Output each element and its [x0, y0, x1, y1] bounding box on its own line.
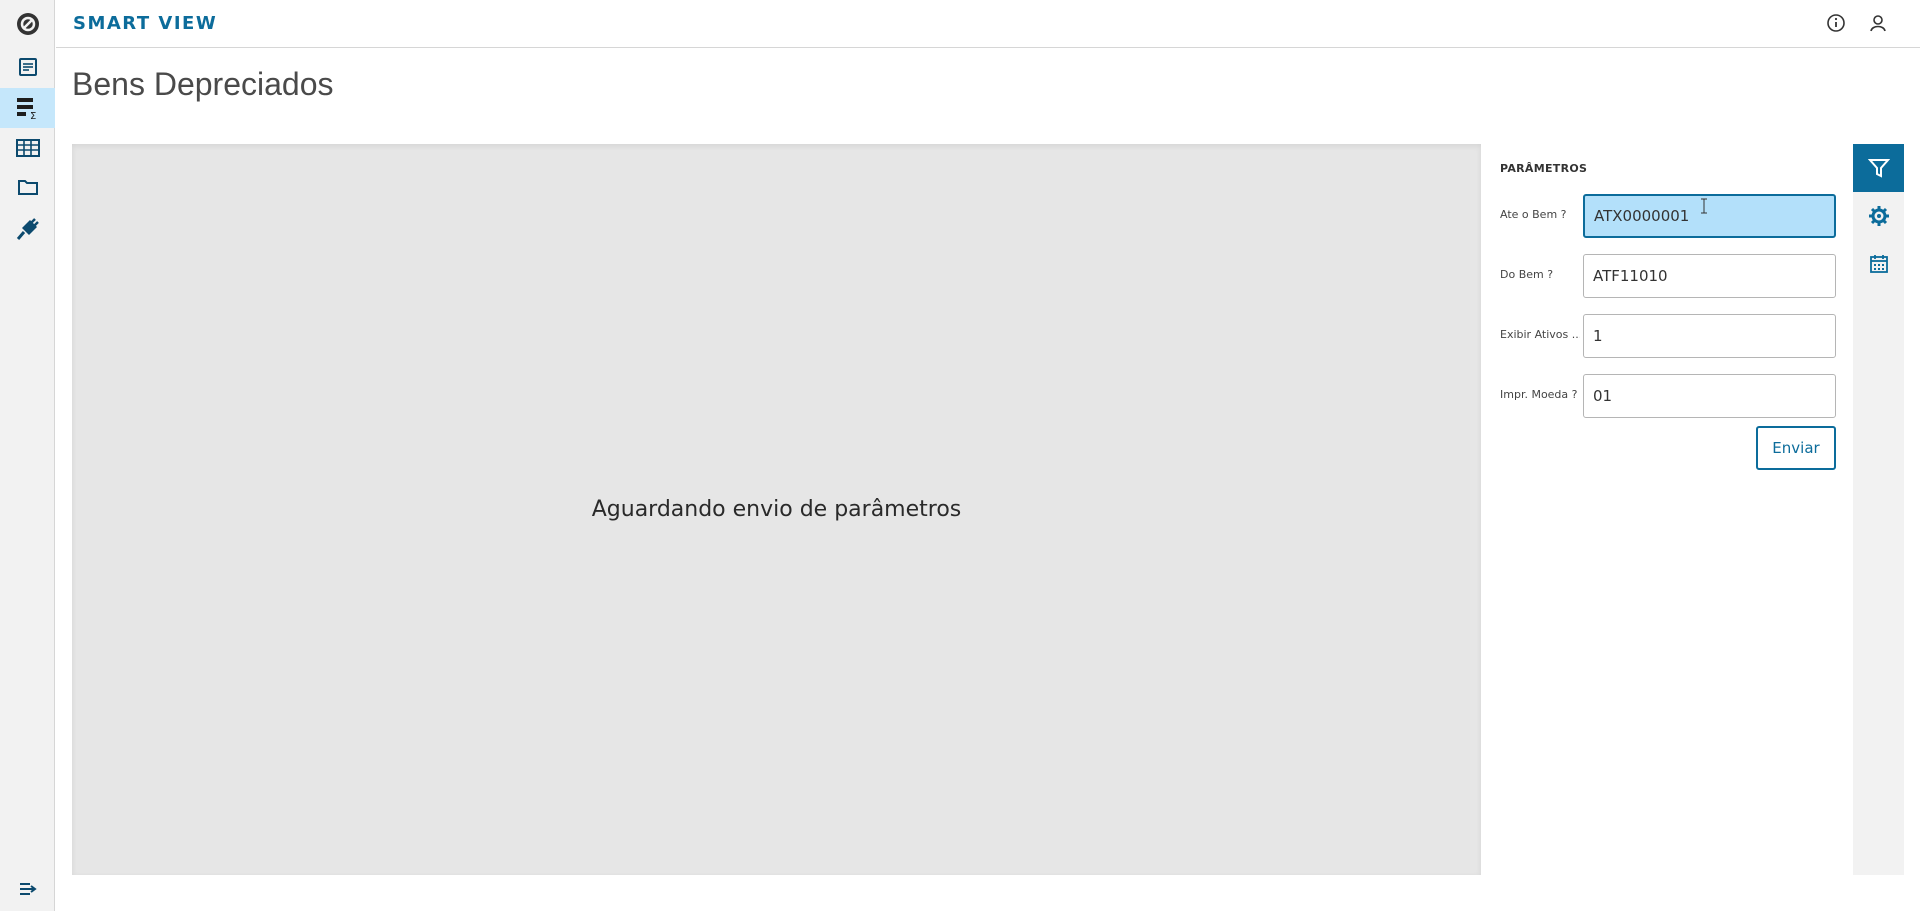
impr-moeda-input[interactable]: [1583, 374, 1836, 418]
svg-text:Σ: Σ: [30, 111, 36, 120]
send-button[interactable]: Enviar: [1756, 426, 1836, 470]
param-label: Do Bem ?: [1500, 268, 1554, 281]
report-sum-icon[interactable]: Σ: [0, 88, 55, 128]
logo-icon[interactable]: [0, 4, 55, 44]
text-cursor-icon: [1699, 198, 1709, 214]
param-label: Ate o Bem ?: [1500, 208, 1567, 221]
do-bem-input[interactable]: [1583, 254, 1836, 298]
tool-strip: [1853, 144, 1904, 875]
plug-icon[interactable]: [0, 209, 55, 249]
param-row-exibir-ativos: Exibir Ativos ...: [1500, 314, 1836, 358]
param-label: Impr. Moeda ?: [1500, 388, 1578, 401]
top-header: SMART VIEW: [56, 0, 1920, 48]
filter-icon[interactable]: [1853, 144, 1904, 192]
page-title: Bens Depreciados: [72, 66, 334, 102]
expand-menu-icon[interactable]: [0, 869, 55, 909]
report-preview-area: Aguardando envio de parâmetros: [72, 144, 1481, 875]
parameters-title: PARÂMETROS: [1500, 162, 1588, 175]
sidebar: Σ: [0, 0, 55, 911]
user-icon[interactable]: [1868, 13, 1890, 35]
gear-icon[interactable]: [1853, 192, 1904, 240]
param-row-do-bem: Do Bem ?: [1500, 254, 1836, 298]
waiting-message: Aguardando envio de parâmetros: [591, 497, 962, 522]
param-row-impr-moeda: Impr. Moeda ?: [1500, 374, 1836, 418]
param-label: Exibir Ativos ...: [1500, 328, 1580, 341]
app-brand: SMART VIEW: [73, 13, 218, 34]
parameters-panel: PARÂMETROS Ate o Bem ? Do Bem ? Exibir A…: [1500, 144, 1836, 875]
param-row-ate-o-bem: Ate o Bem ?: [1500, 194, 1836, 238]
info-icon[interactable]: [1826, 13, 1848, 35]
ate-o-bem-input[interactable]: [1583, 194, 1836, 238]
table-icon[interactable]: [0, 128, 55, 168]
calendar-icon[interactable]: [1853, 240, 1904, 288]
report-icon[interactable]: [0, 47, 55, 87]
folder-icon[interactable]: [0, 167, 55, 207]
exibir-ativos-input[interactable]: [1583, 314, 1836, 358]
